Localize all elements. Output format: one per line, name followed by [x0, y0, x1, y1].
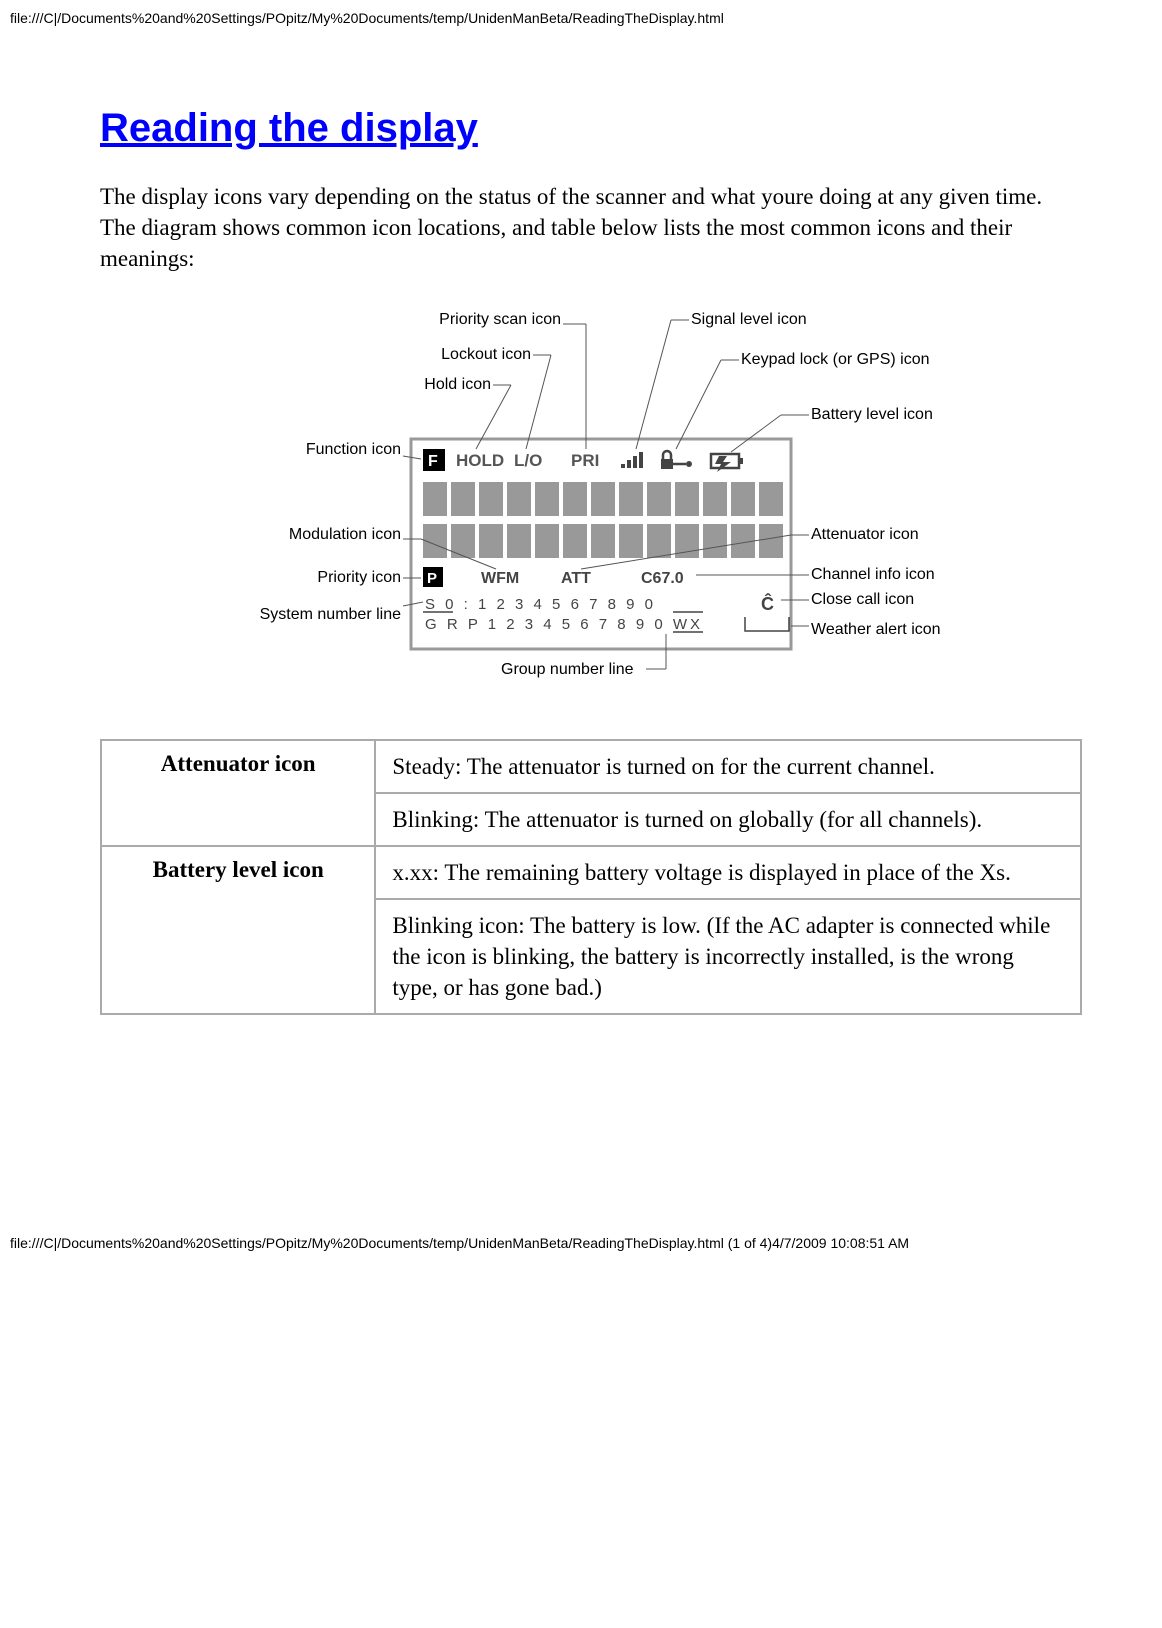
- weather-alert-icon: [745, 617, 789, 631]
- icon-desc-cell: Steady: The attenuator is turned on for …: [375, 740, 1081, 793]
- system-number-line: S 0 : 1 2 3 4 5 6 7 8 9 0: [425, 596, 656, 613]
- label-priority-icon: Priority icon: [317, 569, 401, 586]
- lcd-pixel-row-2: [423, 524, 783, 558]
- lockout-icon: L/O: [514, 451, 542, 470]
- page-content: Reading the display The display icons va…: [0, 26, 1162, 1055]
- icon-meaning-table: Attenuator icon Steady: The attenuator i…: [100, 739, 1082, 1015]
- label-hold: Hold icon: [424, 376, 491, 393]
- icon-desc-cell: x.xx: The remaining battery voltage is d…: [375, 846, 1081, 899]
- function-icon: F: [428, 453, 438, 470]
- icon-desc-cell: Blinking: The attenuator is turned on gl…: [375, 793, 1081, 846]
- attenuator-icon: ATT: [561, 570, 591, 587]
- table-row: Battery level icon x.xx: The remaining b…: [101, 846, 1081, 899]
- lcd-pixel-row-1: [423, 482, 783, 516]
- icon-name-cell: Battery level icon: [101, 846, 375, 1014]
- display-diagram: F HOLD L/O PRI: [100, 304, 1082, 709]
- label-modulation: Modulation icon: [289, 526, 401, 543]
- battery-level-icon: [711, 454, 743, 472]
- label-close-call: Close call icon: [811, 591, 914, 608]
- page-title: Reading the display: [100, 106, 1082, 151]
- label-lockout: Lockout icon: [441, 346, 531, 363]
- group-number-line-text: G R P 1 2 3 4 5 6 7 8 9 0 WX: [425, 616, 703, 633]
- label-channel-info: Channel info icon: [811, 566, 935, 583]
- label-attenuator: Attenuator icon: [811, 526, 919, 543]
- icon-desc-cell: Blinking icon: The battery is low. (If t…: [375, 899, 1081, 1014]
- label-battery-level: Battery level icon: [811, 406, 933, 423]
- url-footer: file:///C|/Documents%20and%20Settings/PO…: [0, 1235, 1162, 1261]
- label-signal-level: Signal level icon: [691, 311, 807, 328]
- keypad-lock-icon: [661, 451, 692, 469]
- channel-info-icon: C67.0: [641, 570, 684, 587]
- label-priority-scan: Priority scan icon: [439, 311, 561, 328]
- label-system-number-line: System number line: [260, 606, 401, 623]
- priority-scan-icon: PRI: [571, 451, 599, 470]
- modulation-icon: WFM: [481, 570, 519, 587]
- signal-level-icon: [621, 452, 643, 468]
- intro-paragraph: The display icons vary depending on the …: [100, 181, 1082, 274]
- label-function: Function icon: [306, 441, 401, 458]
- icon-name-cell: Attenuator icon: [101, 740, 375, 846]
- priority-icon: P: [427, 570, 437, 587]
- table-row: Attenuator icon Steady: The attenuator i…: [101, 740, 1081, 793]
- label-keypad-lock: Keypad lock (or GPS) icon: [741, 351, 930, 368]
- url-header: file:///C|/Documents%20and%20Settings/PO…: [0, 0, 1162, 26]
- close-call-icon: Ĉ: [761, 593, 774, 614]
- hold-icon: HOLD: [456, 451, 504, 470]
- label-weather-alert: Weather alert icon: [811, 621, 941, 638]
- label-group-number-line: Group number line: [501, 661, 634, 678]
